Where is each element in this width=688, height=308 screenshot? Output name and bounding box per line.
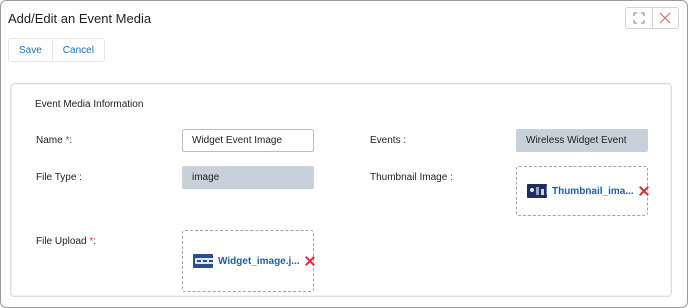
events-label: Events :: [370, 135, 407, 146]
event-media-panel: Event Media Information Name *: Widget E…: [10, 83, 672, 297]
name-label-text: Name: [36, 135, 66, 146]
file-preview-image: [193, 254, 214, 268]
close-button[interactable]: [651, 8, 678, 28]
file-type-field: image: [182, 166, 314, 189]
remove-icon[interactable]: [305, 256, 313, 266]
thumbnail-image-label: Thumbnail Image :: [370, 172, 453, 183]
name-label: Name *:: [36, 135, 72, 146]
dialog-title: Add/Edit an Event Media: [8, 11, 152, 26]
upload-file-link[interactable]: Widget_image.j...: [218, 256, 300, 267]
file-upload-label: File Upload *:: [36, 236, 96, 247]
label-suffix: :: [69, 135, 73, 146]
cancel-button[interactable]: Cancel: [51, 39, 104, 61]
name-input[interactable]: Widget Event Image: [182, 129, 314, 152]
label-suffix: :: [93, 236, 97, 247]
remove-icon[interactable]: [639, 186, 647, 196]
file-upload-dropzone[interactable]: Widget_image.j...: [182, 230, 314, 292]
save-button[interactable]: Save: [9, 39, 52, 61]
thumbnail-dropzone[interactable]: Thumbnail_ima...: [516, 166, 648, 216]
thumbnail-file-link[interactable]: Thumbnail_ima...: [552, 186, 634, 197]
file-type-label: File Type :: [36, 172, 82, 183]
thumbnail-preview-icon: [527, 184, 547, 198]
file-upload-label-text: File Upload: [36, 236, 90, 247]
dialog-window: Add/Edit an Event Media Save Cancel Even…: [0, 0, 688, 308]
maximize-icon: [633, 12, 645, 24]
toolbar: Save Cancel: [8, 38, 105, 62]
file-preview-icon: [193, 254, 214, 268]
window-controls: [625, 7, 679, 29]
events-field: Wireless Widget Event: [516, 129, 648, 152]
close-icon: [660, 12, 671, 24]
thumbnail-preview-image: [527, 184, 547, 198]
section-title: Event Media Information: [35, 99, 144, 110]
maximize-button[interactable]: [626, 8, 652, 28]
